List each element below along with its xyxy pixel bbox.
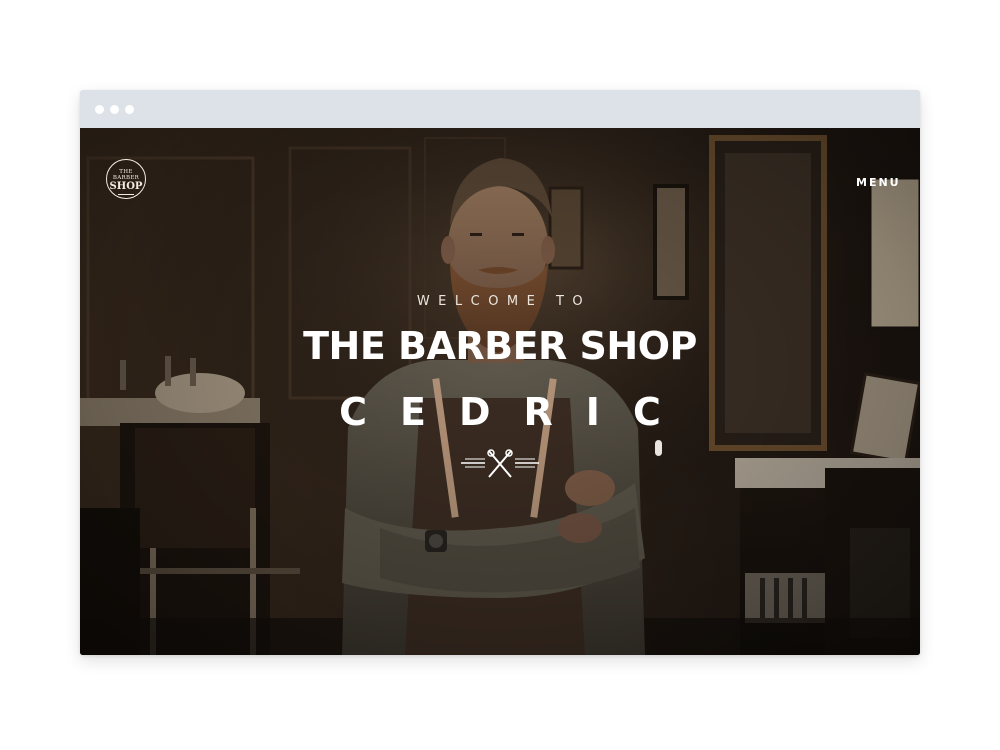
barber-shop-logo[interactable]: THE BARBER SHOP bbox=[106, 159, 146, 199]
logo-divider bbox=[118, 194, 134, 195]
browser-window: THE BARBER SHOP MENU WELCOME TO THE BARB… bbox=[80, 90, 920, 655]
logo-main-text: SHOP bbox=[109, 181, 143, 192]
scissors-razor-emblem-icon bbox=[461, 449, 539, 478]
logo-top-text: THE BARBER bbox=[112, 169, 140, 181]
window-dot-minimize[interactable] bbox=[110, 105, 119, 114]
hero-title: THE BARBER SHOP bbox=[303, 324, 697, 368]
browser-title-bar bbox=[80, 90, 920, 128]
hero-subtitle: CEDRIC bbox=[339, 390, 694, 434]
window-dot-close[interactable] bbox=[95, 105, 104, 114]
hero-section: THE BARBER SHOP MENU WELCOME TO THE BARB… bbox=[80, 128, 920, 655]
scroll-indicator-icon[interactable] bbox=[655, 440, 662, 456]
welcome-text: WELCOME TO bbox=[416, 294, 592, 309]
window-dot-maximize[interactable] bbox=[125, 105, 134, 114]
menu-button[interactable]: MENU bbox=[856, 176, 901, 189]
